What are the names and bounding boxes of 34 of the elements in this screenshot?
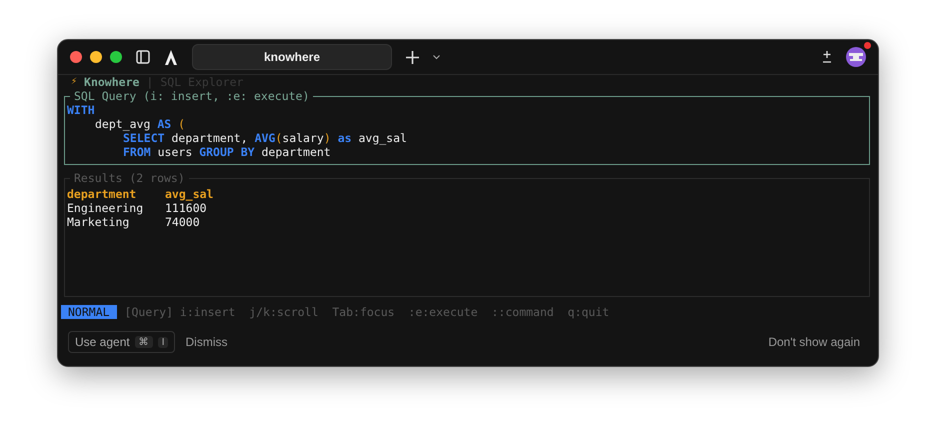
notification-badge (864, 42, 871, 49)
lightning-icon: ⚡ (71, 75, 78, 89)
table-cell-text: Engineering (67, 201, 144, 215)
table-cell-text: 111600 (165, 201, 208, 215)
panel-title: SQL Query (i: insert, :e: execute) (73, 89, 310, 103)
zoom-button[interactable] (110, 51, 122, 63)
column-header: department (67, 187, 138, 201)
logo-icon[interactable] (164, 50, 178, 64)
code-line: WITH (67, 103, 96, 117)
key-cap: I (158, 336, 168, 348)
separator: | (146, 75, 154, 89)
table-cell-text: Marketing (67, 215, 130, 229)
code-line: FROM users GROUP BY department (122, 145, 332, 159)
window-title[interactable]: knowhere (192, 44, 392, 70)
use-agent-button[interactable]: Use agent ⌘ I (68, 331, 176, 353)
avatar-icon[interactable] (846, 47, 866, 67)
column-header: avg_sal (165, 187, 214, 201)
key-hints: [Query] i:insert j/k:scroll Tab:focus :e:execute ::command q:quit (124, 305, 610, 319)
plus-icon[interactable] (406, 50, 419, 64)
table-cell-text: 74000 (165, 215, 201, 229)
code-line: SELECT department, AVG(salary) as avg_sal (122, 131, 408, 145)
minimize-button[interactable] (90, 51, 102, 63)
dismiss-button[interactable]: Dismiss (183, 332, 230, 352)
chevron-down-icon[interactable] (433, 54, 440, 60)
code-line: dept_avg AS ( (94, 117, 186, 131)
key-cap: ⌘ (134, 336, 153, 348)
query-panel[interactable]: SQL Query (i: insert, :e: execute) WITH dept_avg AS ( SELECT department, AVG(salary) as avg_sal FROM users GROUP BY department (64, 89, 870, 165)
mode-indicator: NORMAL (61, 305, 117, 319)
sidebar-icon[interactable] (136, 50, 150, 64)
plus-minus-icon[interactable] (822, 51, 832, 63)
dont-show-again-button[interactable]: Don't show again (766, 332, 862, 352)
panel-title: Results (2 rows) (73, 171, 186, 185)
app-name: Knowhere (84, 75, 140, 89)
close-button[interactable] (70, 51, 82, 63)
